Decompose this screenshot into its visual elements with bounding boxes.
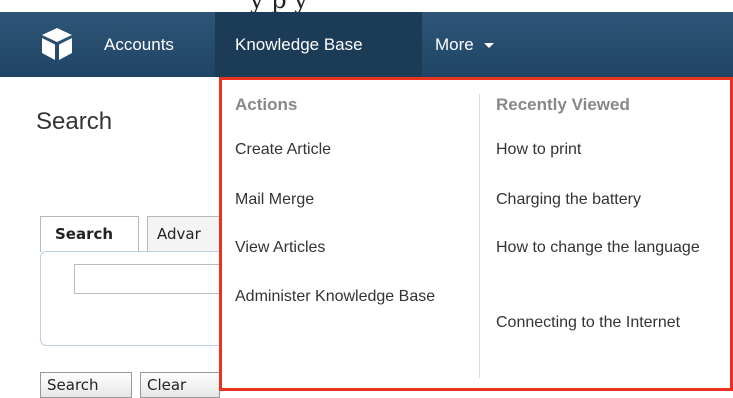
- recent-item-change-language[interactable]: How to change the language: [496, 235, 706, 261]
- nav-item-accounts[interactable]: Accounts: [104, 12, 174, 77]
- top-cut-strip: y p y: [0, 0, 733, 14]
- menu-item-mail-merge[interactable]: Mail Merge: [235, 187, 314, 213]
- page-title: Search: [36, 108, 113, 135]
- more-dropdown-menu: Actions Create Article Mail Merge View A…: [219, 77, 733, 391]
- clear-button[interactable]: Clear: [140, 372, 220, 398]
- actions-heading: Actions: [235, 95, 298, 114]
- menu-item-view-articles[interactable]: View Articles: [235, 235, 325, 261]
- recent-item-connecting-internet[interactable]: Connecting to the Internet: [496, 310, 706, 336]
- nav-item-more[interactable]: More: [435, 12, 494, 77]
- tab-search[interactable]: Search: [40, 216, 139, 252]
- nav-item-knowledge-base-label: Knowledge Base: [235, 35, 363, 54]
- top-navigation-bar: Accounts Knowledge Base More: [0, 12, 733, 77]
- nav-item-knowledge-base[interactable]: Knowledge Base: [215, 12, 422, 77]
- logo-button[interactable]: [0, 12, 90, 77]
- recent-item-charging-the-battery[interactable]: Charging the battery: [496, 187, 641, 213]
- cube-logo-icon: [42, 28, 72, 60]
- column-divider: [479, 94, 480, 378]
- menu-item-create-article[interactable]: Create Article: [235, 137, 331, 163]
- recently-viewed-heading: Recently Viewed: [496, 95, 630, 114]
- recent-item-how-to-print[interactable]: How to print: [496, 137, 581, 163]
- tab-advanced[interactable]: Advar: [147, 216, 227, 252]
- chevron-down-icon: [483, 43, 494, 49]
- nav-item-more-label: More: [435, 35, 474, 54]
- search-button[interactable]: Search: [40, 372, 132, 398]
- menu-item-administer-knowledge-base[interactable]: Administer Knowledge Base: [235, 284, 455, 310]
